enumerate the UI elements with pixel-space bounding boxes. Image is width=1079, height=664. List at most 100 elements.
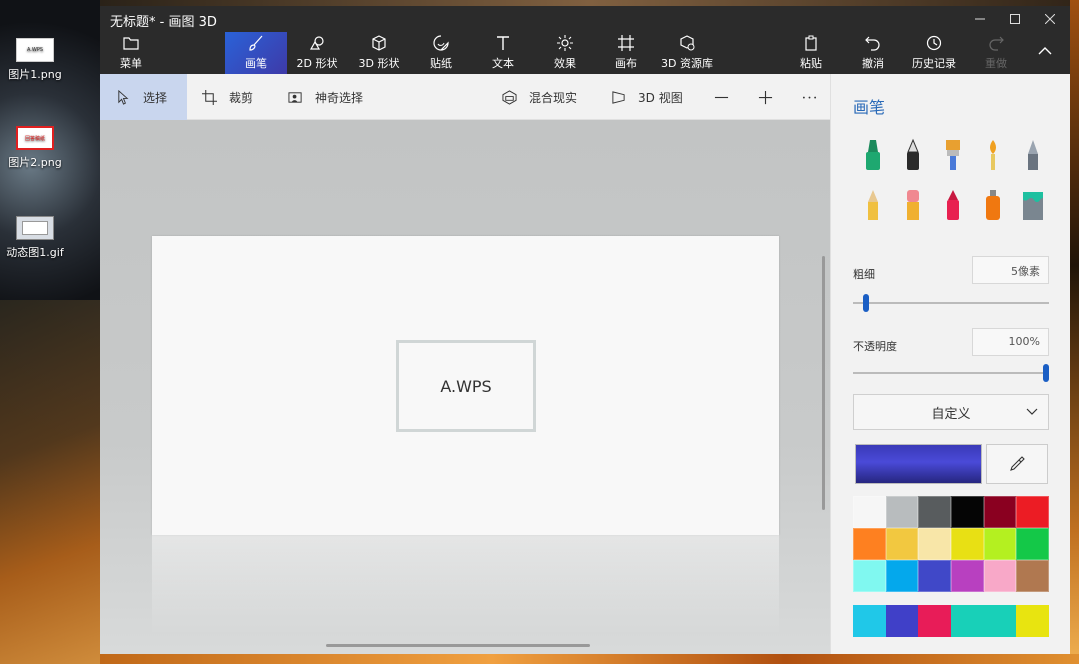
3d-cube-icon (372, 35, 386, 51)
custom-color-swatch[interactable] (1016, 605, 1049, 637)
magic-select-tool[interactable]: 神奇选择 (288, 74, 363, 120)
text-icon (497, 36, 509, 50)
more-options-button[interactable] (802, 74, 829, 120)
color-swatch[interactable] (918, 560, 951, 592)
calligraphy-pen-icon[interactable] (901, 138, 925, 172)
maximize-button[interactable] (998, 6, 1032, 32)
eyedropper-button[interactable] (986, 444, 1048, 484)
color-swatch[interactable] (1016, 528, 1049, 560)
color-swatch[interactable] (853, 528, 886, 560)
color-swatch[interactable] (885, 496, 919, 528)
color-swatch[interactable] (918, 528, 951, 560)
custom-color-swatch[interactable] (853, 605, 886, 637)
zoom-in-button[interactable] (758, 74, 785, 120)
undo-icon (865, 36, 880, 51)
color-swatch[interactable] (885, 560, 919, 592)
color-swatch[interactable] (853, 560, 886, 592)
zoom-out-button[interactable] (714, 74, 741, 120)
thickness-input[interactable]: 5像素 (972, 256, 1049, 284)
undo-button[interactable]: 撤消 (842, 32, 904, 74)
custom-color-swatch[interactable] (918, 605, 951, 637)
pixel-pen-icon[interactable] (1021, 138, 1045, 172)
drawing-canvas[interactable]: A.WPS (152, 236, 779, 535)
crop-tool[interactable]: 裁剪 (202, 74, 253, 120)
eraser-icon[interactable] (901, 188, 925, 222)
pencil-icon[interactable] (861, 188, 885, 222)
desktop-icon-image2[interactable]: 回答稿纸 图片2.png (4, 126, 66, 170)
canvas-workspace[interactable]: A.WPS (100, 120, 830, 654)
horizontal-scrollbar[interactable] (326, 644, 590, 647)
custom-color-swatch[interactable] (885, 605, 919, 637)
select-tool[interactable]: 选择 (100, 74, 187, 120)
collapse-toolbar-button[interactable] (1020, 32, 1070, 74)
desktop-icon-gif1[interactable]: 动态图1.gif (4, 216, 66, 260)
color-swatch[interactable] (918, 496, 951, 528)
color-swatch[interactable] (1016, 496, 1049, 528)
vertical-scrollbar[interactable] (822, 256, 825, 510)
main-toolbar: 菜单 画笔 2D 形状 3D 形状 贴纸 文本 效果 画布 3D 资源库 粘贴 … (100, 32, 1070, 74)
tab-brushes[interactable]: 画笔 (225, 32, 287, 74)
redo-button[interactable]: 重做 (965, 32, 1027, 74)
color-swatch[interactable] (983, 496, 1017, 528)
tab-stickers[interactable]: 贴纸 (410, 32, 472, 74)
watercolor-brush-icon[interactable] (981, 138, 1005, 172)
menu-button[interactable]: 菜单 (100, 32, 162, 74)
history-icon (926, 35, 942, 51)
cursor-icon (118, 89, 129, 105)
history-button[interactable]: 历史记录 (903, 32, 965, 74)
canvas-text-box[interactable]: A.WPS (396, 340, 536, 432)
3d-view-button[interactable]: 3D 视图 (611, 74, 683, 120)
tab-3d-library[interactable]: 3D 资源库 (656, 32, 718, 74)
color-mode-label: 自定义 (931, 406, 971, 422)
history-label: 历史记录 (912, 57, 956, 70)
folder-icon (123, 37, 139, 50)
custom-color-swatch[interactable] (951, 605, 1017, 637)
color-swatch[interactable] (853, 496, 886, 528)
tab-text[interactable]: 文本 (472, 32, 534, 74)
panel-title: 画笔 (853, 98, 886, 117)
tab-3d-shapes[interactable]: 3D 形状 (348, 32, 410, 74)
spray-can-icon[interactable] (981, 188, 1005, 222)
desktop-icon-image1[interactable]: A.WPS 图片1.png (4, 38, 66, 82)
stickers-label: 贴纸 (430, 57, 452, 70)
tab-canvas[interactable]: 画布 (595, 32, 657, 74)
thickness-label: 粗细 (853, 268, 875, 281)
close-button[interactable] (1033, 6, 1067, 32)
canvas-icon (618, 35, 634, 51)
oil-brush-icon[interactable] (941, 138, 965, 172)
desktop-icon-label: 图片2.png (8, 156, 62, 169)
marker-brush-icon[interactable] (861, 138, 885, 172)
color-swatch[interactable] (885, 528, 919, 560)
fill-bucket-icon[interactable] (1021, 188, 1045, 222)
tab-2d-shapes[interactable]: 2D 形状 (286, 32, 348, 74)
color-swatch[interactable] (983, 560, 1017, 592)
color-swatch[interactable] (951, 560, 984, 592)
opacity-slider[interactable] (853, 372, 1049, 374)
mixed-reality-button[interactable]: 混合现实 (502, 74, 577, 120)
chevron-up-icon (1038, 47, 1052, 55)
thickness-slider[interactable] (853, 302, 1049, 304)
crop-icon (202, 89, 217, 105)
color-swatch[interactable] (983, 528, 1017, 560)
opacity-input[interactable]: 100% (972, 328, 1049, 356)
crayon-icon[interactable] (941, 188, 965, 222)
color-mode-dropdown[interactable]: 自定义 (853, 394, 1049, 430)
color-swatch[interactable] (1016, 560, 1049, 592)
color-swatch[interactable] (951, 528, 984, 560)
text-label: 文本 (492, 57, 514, 70)
canvas-reflection (152, 535, 779, 635)
desktop-icon-label: 图片1.png (8, 68, 62, 81)
image1-thumbnail: A.WPS (16, 38, 54, 62)
minimize-button[interactable] (963, 6, 997, 32)
paint3d-window: 无标题* - 画图 3D 菜单 画笔 2D 形状 3D 形状 贴纸 文本 效果 … (100, 6, 1070, 654)
paste-button[interactable]: 粘贴 (780, 32, 842, 74)
current-color-swatch[interactable] (855, 444, 982, 484)
3d-library-icon (680, 35, 695, 51)
color-swatch[interactable] (951, 496, 984, 528)
close-icon (1045, 14, 1055, 24)
thickness-slider-thumb[interactable] (862, 294, 869, 312)
desktop-wallpaper-right (1070, 0, 1079, 664)
image2-thumbnail: 回答稿纸 (16, 126, 54, 150)
tab-effects[interactable]: 效果 (534, 32, 596, 74)
opacity-slider-thumb[interactable] (1043, 364, 1049, 382)
